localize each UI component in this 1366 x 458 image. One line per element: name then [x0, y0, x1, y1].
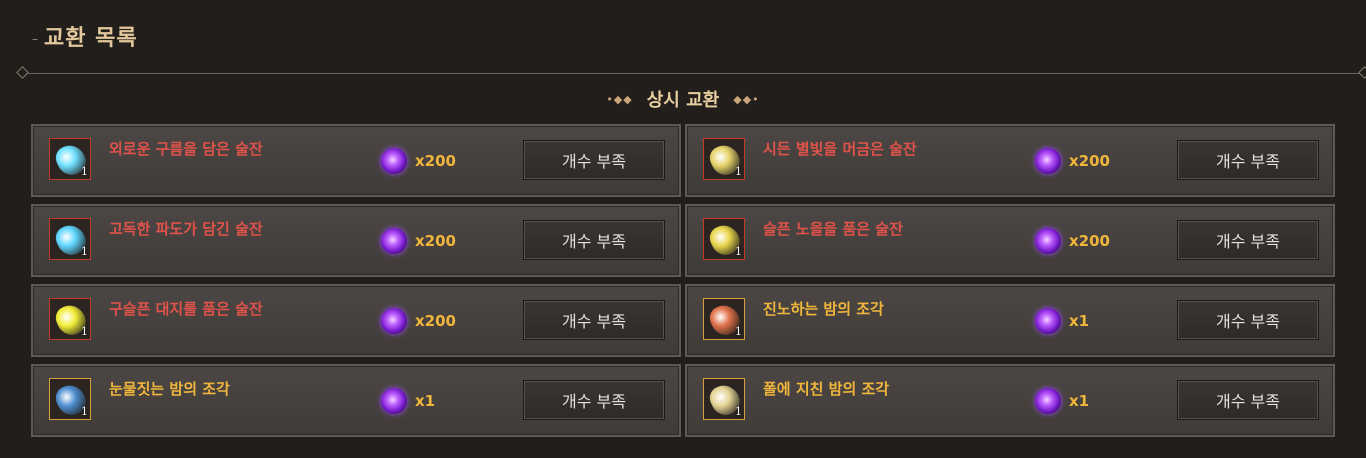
item-slot[interactable]: 1	[703, 138, 745, 180]
exchange-button[interactable]: 개수 부족	[523, 380, 665, 420]
section-header: •◆◆ 상시 교환 ◆◆•	[0, 86, 1366, 112]
item-cost: x1	[1035, 306, 1089, 336]
section-title: 상시 교환	[646, 90, 720, 111]
cost-quantity: x200	[415, 312, 456, 330]
item-slot[interactable]: 1	[703, 298, 745, 340]
item-slot[interactable]: 1	[703, 218, 745, 260]
cost-quantity: x1	[415, 392, 436, 410]
item-cost: x200	[381, 306, 456, 336]
purple-orb-icon	[381, 148, 407, 174]
page-title: 교환 목록	[44, 26, 138, 51]
item-count: 1	[81, 325, 88, 338]
exchange-button[interactable]: 개수 부족	[1177, 380, 1319, 420]
item-name: 슬픈 노을을 품은 술잔	[763, 220, 903, 238]
item-cost: x200	[1035, 226, 1110, 256]
section-right-ornament-icon: ◆◆•	[733, 92, 760, 106]
item-name: 진노하는 밤의 조각	[763, 300, 884, 318]
item-cost: x1	[381, 386, 435, 416]
purple-orb-icon	[1035, 148, 1061, 174]
purple-orb-icon	[1035, 308, 1061, 334]
header-dash: –	[32, 32, 38, 46]
item-cost: x1	[1035, 386, 1089, 416]
cost-quantity: x200	[1069, 152, 1110, 170]
exchange-item-card: 1 슬픈 노을을 품은 술잔 x200 개수 부족	[685, 204, 1335, 277]
purple-orb-icon	[1035, 388, 1061, 414]
exchange-item-card: 1 고독한 파도가 담긴 술잔 x200 개수 부족	[31, 204, 681, 277]
item-slot[interactable]: 1	[49, 378, 91, 420]
item-name: 구슬픈 대지를 품은 술잔	[109, 300, 263, 318]
exchange-button[interactable]: 개수 부족	[1177, 300, 1319, 340]
item-count: 1	[81, 165, 88, 178]
item-name: 고독한 파도가 담긴 술잔	[109, 220, 263, 238]
cost-quantity: x1	[1069, 312, 1090, 330]
item-slot[interactable]: 1	[49, 298, 91, 340]
section-left-ornament-icon: •◆◆	[606, 92, 633, 106]
exchange-list-header: – 교환 목록	[32, 18, 138, 54]
item-slot[interactable]: 1	[49, 138, 91, 180]
cost-quantity: x200	[415, 152, 456, 170]
exchange-button[interactable]: 개수 부족	[523, 220, 665, 260]
item-count: 1	[735, 165, 742, 178]
item-count: 1	[81, 405, 88, 418]
item-slot[interactable]: 1	[703, 378, 745, 420]
header-divider	[16, 66, 1366, 79]
exchange-button[interactable]: 개수 부족	[523, 140, 665, 180]
item-count: 1	[735, 245, 742, 258]
divider-right-diamond-icon	[1358, 66, 1366, 79]
item-cost: x200	[381, 146, 456, 176]
item-count: 1	[735, 405, 742, 418]
purple-orb-icon	[381, 308, 407, 334]
exchange-button[interactable]: 개수 부족	[1177, 140, 1319, 180]
item-count: 1	[81, 245, 88, 258]
exchange-button[interactable]: 개수 부족	[523, 300, 665, 340]
item-slot[interactable]: 1	[49, 218, 91, 260]
cost-quantity: x1	[1069, 392, 1090, 410]
exchange-item-card: 1 진노하는 밤의 조각 x1 개수 부족	[685, 284, 1335, 357]
item-name: 폴에 지친 밤의 조각	[763, 380, 890, 398]
item-cost: x200	[1035, 146, 1110, 176]
item-count: 1	[735, 325, 742, 338]
exchange-item-card: 1 폴에 지친 밤의 조각 x1 개수 부족	[685, 364, 1335, 437]
item-name: 눈물짓는 밤의 조각	[109, 380, 230, 398]
item-cost: x200	[381, 226, 456, 256]
exchange-item-card: 1 외로운 구름을 담은 술잔 x200 개수 부족	[31, 124, 681, 197]
exchange-item-card: 1 눈물짓는 밤의 조각 x1 개수 부족	[31, 364, 681, 437]
item-name: 시든 별빛을 머금은 술잔	[763, 140, 917, 158]
exchange-button[interactable]: 개수 부족	[1177, 220, 1319, 260]
purple-orb-icon	[1035, 228, 1061, 254]
cost-quantity: x200	[415, 232, 456, 250]
exchange-item-card: 1 시든 별빛을 머금은 술잔 x200 개수 부족	[685, 124, 1335, 197]
exchange-item-card: 1 구슬픈 대지를 품은 술잔 x200 개수 부족	[31, 284, 681, 357]
cost-quantity: x200	[1069, 232, 1110, 250]
exchange-grid: 1 외로운 구름을 담은 술잔 x200 개수 부족 1 시든 별빛을 머금은 …	[31, 124, 1335, 437]
item-name: 외로운 구름을 담은 술잔	[109, 140, 263, 158]
purple-orb-icon	[381, 228, 407, 254]
divider-line	[26, 73, 1366, 74]
purple-orb-icon	[381, 388, 407, 414]
